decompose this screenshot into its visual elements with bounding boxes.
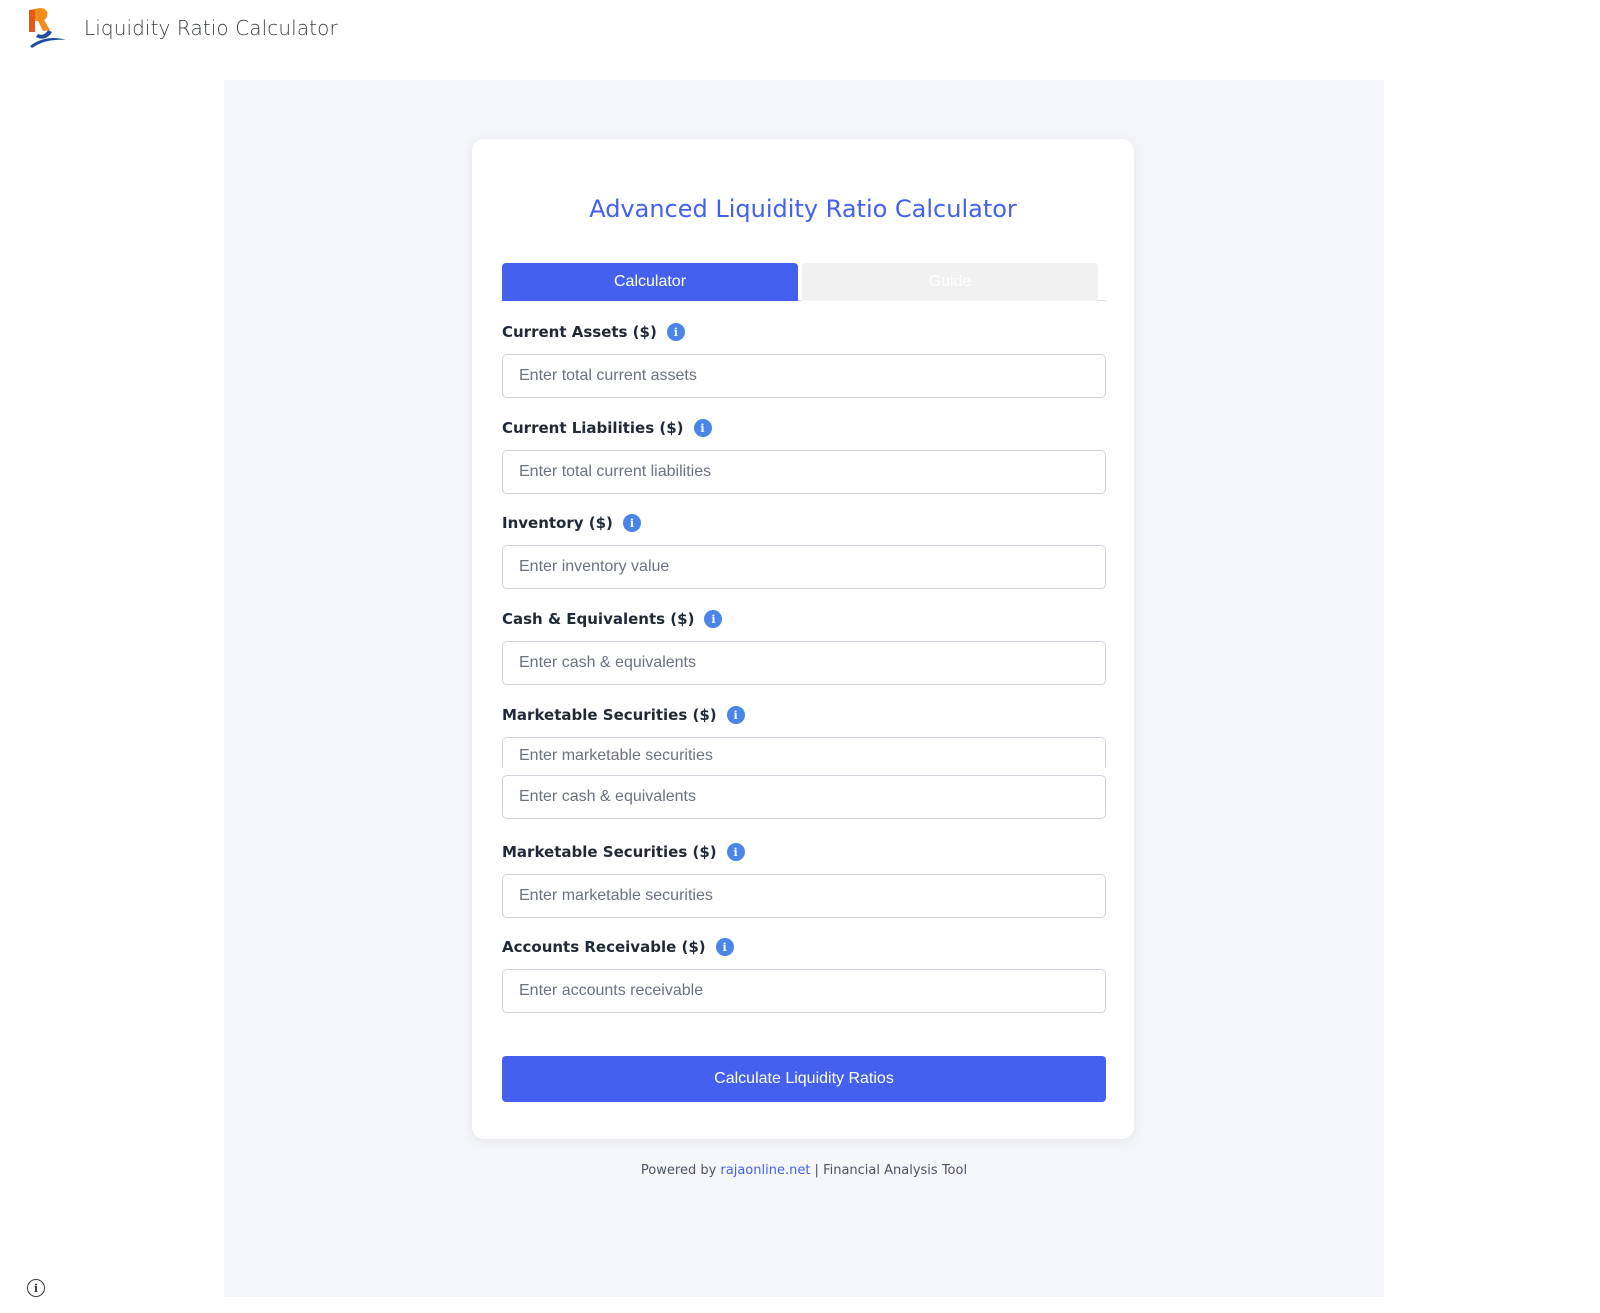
field-label: Marketable Securities ($) i [502,841,745,863]
inventory-input[interactable] [502,545,1106,589]
info-icon[interactable]: i [693,419,712,437]
field-label-text: Marketable Securities ($) [502,706,717,724]
field-label: Marketable Securities ($) i [502,704,745,726]
cash-equivalents-input[interactable] [502,641,1106,685]
app-logo-icon[interactable] [26,6,68,50]
field-label: Accounts Receivable ($) i [502,936,734,958]
field-label-text: Current Liabilities ($) [502,419,684,437]
input-placeholder: Enter marketable securities [519,747,713,764]
field-label: Inventory ($) i [502,512,641,534]
field-label: Current Assets ($) i [502,321,685,343]
info-icon[interactable]: i [726,706,745,724]
field-label-text: Marketable Securities ($) [502,843,717,861]
calculate-button[interactable]: Calculate Liquidity Ratios [502,1056,1106,1102]
tab-calculator[interactable]: Calculator [502,263,798,301]
tab-bar: Calculator Guide [502,263,1106,301]
current-liabilities-input[interactable] [502,450,1106,494]
footer: Powered by rajaonline.net | Financial An… [224,1163,1384,1178]
footer-prefix: Powered by [640,1163,721,1178]
cash-equivalents-input-duplicate[interactable] [502,775,1106,819]
current-assets-input[interactable] [502,354,1106,398]
field-label-text: Cash & Equivalents ($) [502,610,695,628]
footer-suffix: | Financial Analysis Tool [810,1163,968,1178]
footer-link[interactable]: rajaonline.net [720,1163,810,1178]
card-title: Advanced Liquidity Ratio Calculator [589,195,1017,223]
field-label-text: Inventory ($) [502,514,613,532]
field-label: Cash & Equivalents ($) i [502,608,723,630]
main-stage: Advanced Liquidity Ratio Calculator Calc… [224,80,1384,1297]
info-icon[interactable]: i [715,938,734,956]
field-label: Current Liabilities ($) i [502,417,712,439]
marketable-securities-input[interactable] [502,874,1106,918]
top-bar: Liquidity Ratio Calculator [0,0,1600,64]
info-icon[interactable]: i [666,323,685,341]
tab-guide[interactable]: Guide [802,263,1098,301]
field-label-text: Accounts Receivable ($) [502,938,706,956]
info-icon[interactable]: i [622,514,641,532]
calculator-card: Advanced Liquidity Ratio Calculator Calc… [472,139,1134,1139]
app-title: Liquidity Ratio Calculator [84,16,338,40]
page-info-icon[interactable]: i [27,1279,45,1297]
field-label-text: Current Assets ($) [502,323,657,341]
info-icon[interactable]: i [726,843,745,861]
accounts-receivable-input[interactable] [502,969,1106,1013]
marketable-securities-input-clipped[interactable]: Enter marketable securities [502,737,1106,767]
info-icon[interactable]: i [704,610,723,628]
